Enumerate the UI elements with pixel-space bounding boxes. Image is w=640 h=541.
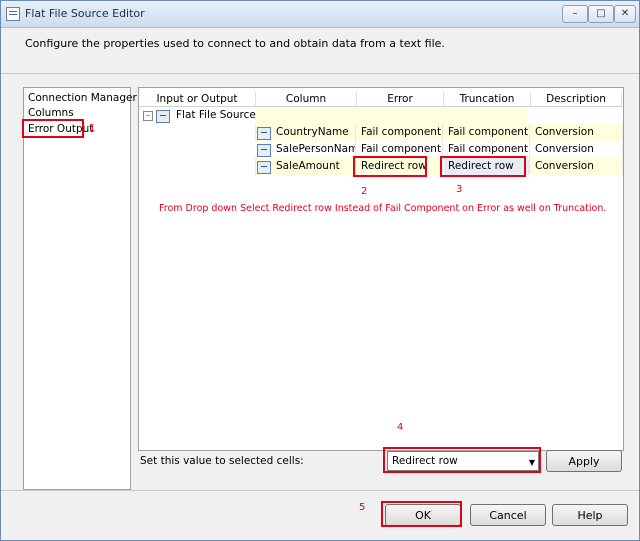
instruction-note: From Drop down Select Redirect row Inste…: [159, 203, 607, 214]
row-description: Conversion: [531, 124, 623, 141]
column-header-input-or-output[interactable]: Input or Output: [139, 92, 256, 107]
page-navigation: Connection Manager Columns Error Output: [23, 87, 137, 490]
row-spacer: [139, 158, 256, 175]
editor-window-icon: [6, 7, 20, 21]
row-column-name[interactable]: SaleAmount: [272, 158, 356, 175]
row-truncation-disposition[interactable]: Fail component: [444, 124, 530, 141]
set-value-label: Set this value to selected cells:: [140, 455, 304, 467]
column-header-description[interactable]: Description: [531, 92, 622, 107]
footer-divider: [1, 490, 639, 491]
minimize-button[interactable]: –: [562, 5, 588, 23]
output-group-row[interactable]: – Flat File Source ...: [139, 107, 623, 124]
highlight-box-error-cell: [353, 156, 427, 177]
window-title: Flat File Source Editor: [25, 7, 145, 20]
column-icon: [257, 144, 271, 157]
title-bar: Flat File Source Editor – □ ✕: [1, 1, 639, 28]
nav-item-columns[interactable]: Columns: [28, 107, 74, 119]
table-row[interactable]: CountryName Fail component Fail componen…: [139, 124, 623, 141]
maximize-button[interactable]: □: [588, 5, 614, 23]
step-marker-5: 5: [359, 502, 366, 513]
row-spacer: [139, 124, 256, 141]
header-divider: [1, 73, 639, 74]
column-icon: [257, 127, 271, 140]
row-description: Conversion: [531, 141, 623, 158]
nav-item-connection-manager[interactable]: Connection Manager: [28, 92, 137, 104]
output-group-label: Flat File Source ...: [176, 109, 256, 121]
flat-file-source-editor-window: Flat File Source Editor – □ ✕ Configure …: [0, 0, 640, 541]
cancel-button[interactable]: Cancel: [470, 504, 546, 526]
editor-description: Configure the properties used to connect…: [25, 37, 445, 50]
help-button[interactable]: Help: [552, 504, 628, 526]
column-header-column[interactable]: Column: [256, 92, 357, 107]
group-row-fill: [256, 107, 527, 124]
row-column-name[interactable]: CountryName: [272, 124, 356, 141]
output-icon: [156, 110, 170, 123]
apply-button[interactable]: Apply: [546, 450, 622, 472]
row-description: Conversion: [531, 158, 623, 175]
step-marker-1: 1: [89, 123, 96, 134]
step-marker-2: 2: [361, 186, 368, 197]
highlight-box-dropdown: [383, 447, 541, 473]
step-marker-3: 3: [456, 184, 463, 195]
close-button[interactable]: ✕: [614, 5, 636, 23]
row-column-name[interactable]: SalePersonName: [272, 141, 356, 158]
collapse-toggle[interactable]: –: [143, 111, 153, 121]
highlight-box-ok: [381, 501, 462, 527]
column-icon: [257, 161, 271, 174]
column-header-error[interactable]: Error: [357, 92, 444, 107]
highlight-box-error-output: [22, 119, 84, 138]
highlight-box-truncation-cell: [440, 156, 526, 177]
row-error-disposition[interactable]: Fail component: [357, 124, 443, 141]
step-marker-4: 4: [397, 422, 404, 433]
error-output-grid: Input or Output Column Error Truncation …: [138, 87, 624, 451]
column-header-truncation[interactable]: Truncation: [444, 92, 531, 107]
